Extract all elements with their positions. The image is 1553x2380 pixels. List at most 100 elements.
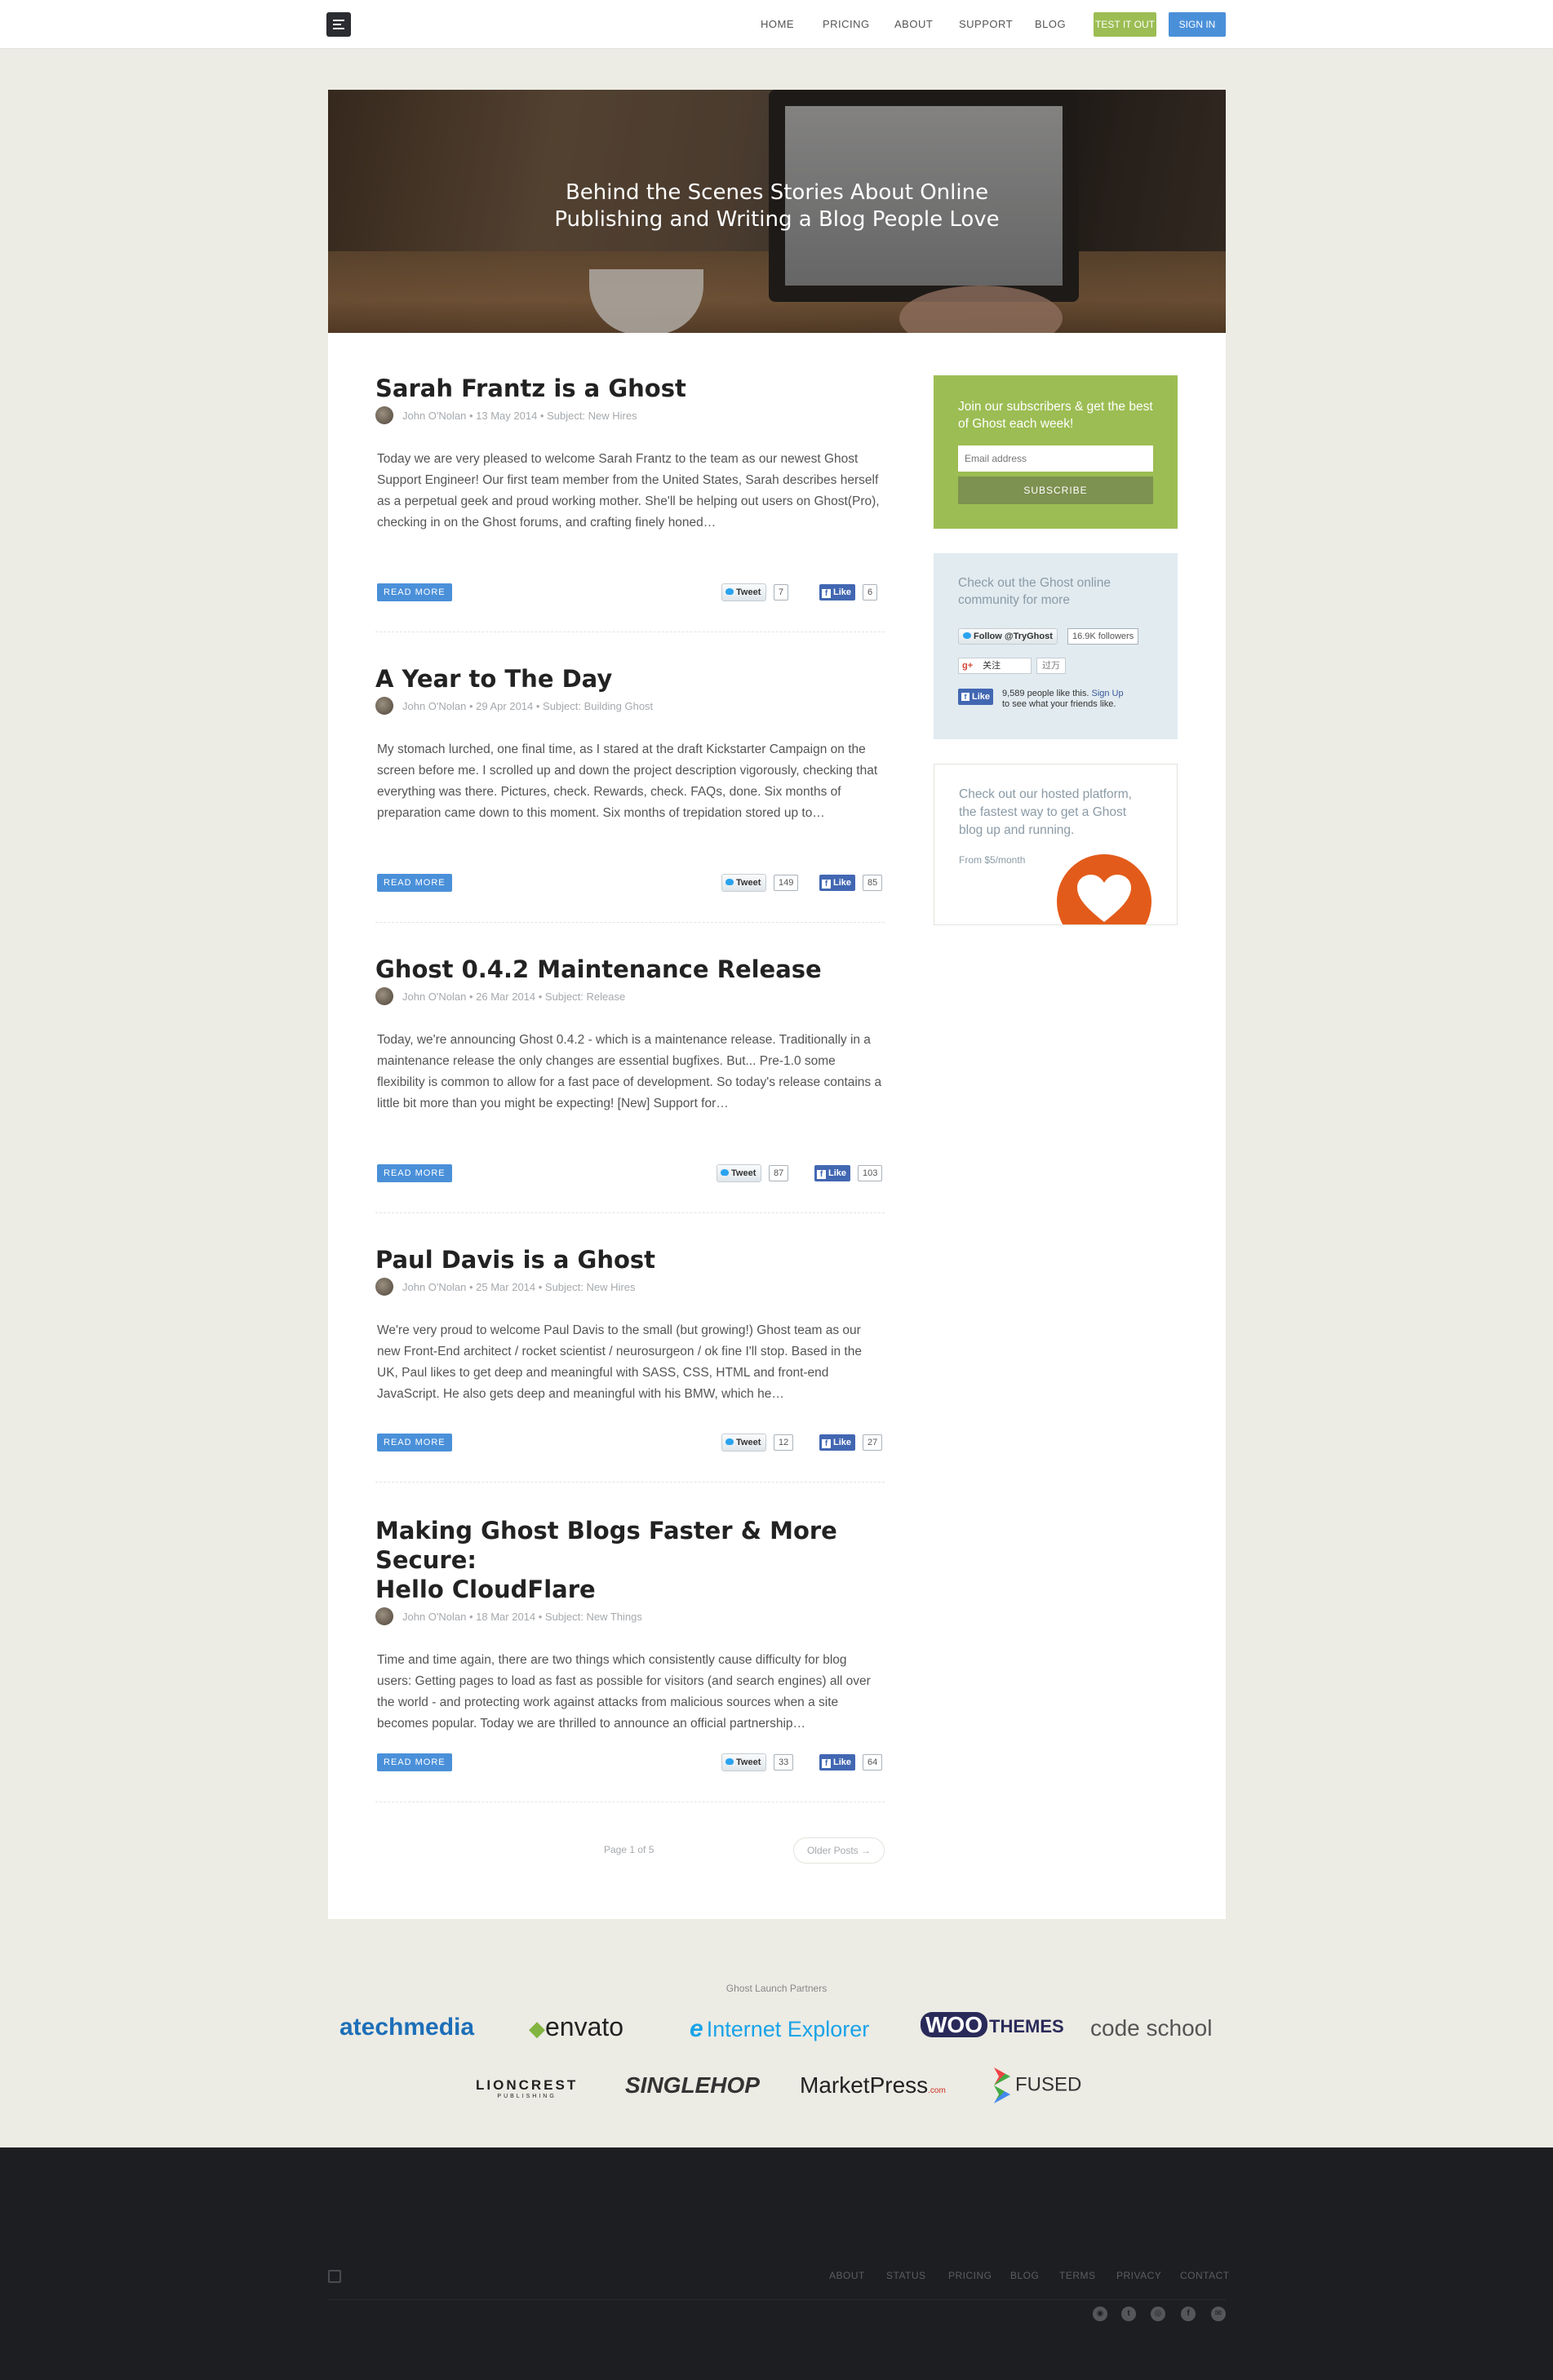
post-title[interactable]: Ghost 0.4.2 Maintenance Release xyxy=(375,955,885,984)
twitter-bird-icon xyxy=(725,588,734,595)
read-more-button[interactable]: READ MORE xyxy=(377,874,452,892)
subscribe-text: Join our subscribers & get the best of G… xyxy=(958,400,1153,431)
nav-about-link[interactable]: ABOUT xyxy=(894,13,933,36)
tweet-button[interactable]: Tweet xyxy=(721,583,767,601)
facebook-like-button[interactable]: f Like xyxy=(819,875,856,891)
tweet-count: 12 xyxy=(774,1434,794,1451)
tweet-label: Tweet xyxy=(736,878,761,888)
subscribe-button[interactable]: SUBSCRIBE xyxy=(958,476,1153,504)
hero-banner: Behind the Scenes Stories About Online P… xyxy=(328,90,1226,333)
nav-blog-link[interactable]: BLOG xyxy=(1035,13,1066,36)
post-item: A Year to The Day John O'Nolan • 29 Apr … xyxy=(375,664,885,824)
partner-singlehop-text: SINGLEHOP xyxy=(625,2072,760,2098)
twitter-follow-button[interactable]: Follow @TryGhost xyxy=(958,628,1058,645)
facebook-like-text: 9,589 people like this. Sign Up to see w… xyxy=(1002,689,1165,710)
facebook-icon: f xyxy=(822,1439,831,1448)
older-posts-button[interactable]: Older Posts → xyxy=(792,1837,885,1864)
footer-link-pricing[interactable]: PRICING xyxy=(948,2270,992,2281)
footer-link-contact[interactable]: CONTACT xyxy=(1180,2270,1230,2281)
author-avatar xyxy=(375,1607,393,1625)
nav-home-link[interactable]: HOME xyxy=(761,13,794,36)
hosted-platform-widget[interactable]: Check out our hosted platform, the faste… xyxy=(934,764,1178,925)
tweet-button[interactable]: Tweet xyxy=(717,1164,762,1182)
facebook-like-button[interactable]: f Like xyxy=(819,1754,856,1771)
partner-logo-fused[interactable]: FUSED xyxy=(994,2068,1081,2103)
dribbble-icon[interactable]: ◎ xyxy=(1151,2307,1165,2321)
hero-title-line-2: Publishing and Writing a Blog People Lov… xyxy=(554,207,1000,232)
footer-link-terms[interactable]: TERMS xyxy=(1059,2270,1096,2281)
footer-link-blog[interactable]: BLOG xyxy=(1010,2270,1039,2281)
post-action-row: READ MORE Tweet 12 f Like 27 xyxy=(377,1434,885,1453)
tweet-button[interactable]: Tweet xyxy=(721,874,767,892)
like-label: Like xyxy=(833,878,852,888)
footer-link-about[interactable]: ABOUT xyxy=(829,2270,865,2281)
partner-logo-singlehop[interactable]: SINGLEHOP xyxy=(625,2072,760,2099)
twitter-icon[interactable]: t xyxy=(1121,2307,1136,2321)
facebook-like-button[interactable]: f Like xyxy=(814,1165,851,1181)
facebook-icon[interactable]: f xyxy=(1181,2307,1196,2321)
partner-marketpress-com-text: .com xyxy=(928,2086,946,2095)
read-more-button[interactable]: READ MORE xyxy=(377,1164,452,1182)
community-widget: Check out the Ghost online community for… xyxy=(934,553,1178,739)
facebook-signup-link[interactable]: Sign Up xyxy=(1091,689,1123,698)
heart-shape xyxy=(1077,875,1131,922)
tweet-count: 7 xyxy=(774,584,789,601)
post-excerpt: Time and time again, there are two thing… xyxy=(377,1653,871,1731)
partner-codeschool-text: code school xyxy=(1090,2015,1213,2041)
twitter-bird-icon xyxy=(725,879,734,885)
partner-lioncrest-text: LIONCREST xyxy=(476,2077,579,2093)
sign-in-button[interactable]: SIGN IN xyxy=(1169,12,1226,37)
partner-logo-marketpress[interactable]: MarketPress.com xyxy=(800,2072,946,2099)
tweet-label: Tweet xyxy=(736,1438,761,1447)
post-title[interactable]: Paul Davis is a Ghost xyxy=(375,1245,885,1274)
like-count: 27 xyxy=(863,1434,883,1451)
partner-themes-text: THEMES xyxy=(989,2016,1064,2037)
google-plus-button[interactable]: g+ 关注 xyxy=(958,658,1032,674)
hero-title: Behind the Scenes Stories About Online P… xyxy=(516,179,1038,233)
post-title-line-2: Hello CloudFlare xyxy=(375,1576,596,1603)
facebook-icon: f xyxy=(817,1170,826,1179)
like-count: 6 xyxy=(863,584,878,601)
facebook-like-button[interactable]: f Like xyxy=(819,584,856,601)
post-meta: John O'Nolan • 29 Apr 2014 • Subject: Bu… xyxy=(375,697,885,715)
footer-link-status[interactable]: STATUS xyxy=(886,2270,926,2281)
post-title[interactable]: Sarah Frantz is a Ghost xyxy=(375,374,885,403)
read-more-button[interactable]: READ MORE xyxy=(377,1434,452,1451)
post-title[interactable]: A Year to The Day xyxy=(375,664,885,694)
nav-support-link[interactable]: SUPPORT xyxy=(959,13,1013,36)
facebook-icon: f xyxy=(961,693,970,701)
post-meta-text: John O'Nolan • 18 Mar 2014 • Subject: Ne… xyxy=(402,1610,642,1623)
tweet-button[interactable]: Tweet xyxy=(721,1753,767,1771)
tweet-label: Tweet xyxy=(731,1168,757,1178)
nav-pricing-link[interactable]: PRICING xyxy=(823,13,870,36)
read-more-button[interactable]: READ MORE xyxy=(377,583,452,601)
google-plus-icon: g+ xyxy=(962,661,974,671)
partner-logo-envato[interactable]: ◆envato xyxy=(529,2012,623,2042)
post-title[interactable]: Making Ghost Blogs Faster & More Secure:… xyxy=(375,1516,885,1604)
facebook-like-button[interactable]: f Like xyxy=(958,689,994,705)
read-more-button[interactable]: READ MORE xyxy=(377,1753,452,1771)
partner-logo-atechmedia[interactable]: atechmedia xyxy=(339,2014,474,2041)
partner-logo-lioncrest[interactable]: LIONCREST PUBLISHING xyxy=(476,2077,578,2099)
footer-link-privacy[interactable]: PRIVACY xyxy=(1116,2270,1161,2281)
twitter-bird-icon xyxy=(721,1169,729,1176)
post-excerpt: My stomach lurched, one final time, as I… xyxy=(377,742,878,820)
email-icon[interactable]: ✉ xyxy=(1211,2307,1226,2321)
footer-ghost-logo-icon[interactable] xyxy=(328,2270,341,2283)
hosted-text: Check out our hosted platform, the faste… xyxy=(959,787,1132,837)
partner-logo-codeschool[interactable]: code school xyxy=(1090,2015,1212,2041)
partner-logo-woothemes[interactable]: WOO THEMES xyxy=(921,2012,1064,2038)
partner-logo-internet-explorer[interactable]: e Internet Explorer xyxy=(690,2015,869,2043)
post-item: Making Ghost Blogs Faster & More Secure:… xyxy=(375,1516,885,1735)
ghost-logo-icon[interactable] xyxy=(326,12,351,37)
github-icon[interactable]: ◉ xyxy=(1093,2307,1107,2321)
facebook-like-button[interactable]: f Like xyxy=(819,1434,856,1451)
tweet-button[interactable]: Tweet xyxy=(721,1434,767,1451)
test-it-out-button[interactable]: TEST IT OUT xyxy=(1094,12,1156,37)
community-text: Check out the Ghost online community for… xyxy=(958,576,1111,607)
like-label: Like xyxy=(833,1757,852,1767)
like-count: 64 xyxy=(863,1754,883,1771)
facebook-friends-text: to see what your friends like. xyxy=(1002,699,1116,709)
email-field[interactable] xyxy=(958,445,1153,472)
post-divider xyxy=(375,1482,885,1483)
